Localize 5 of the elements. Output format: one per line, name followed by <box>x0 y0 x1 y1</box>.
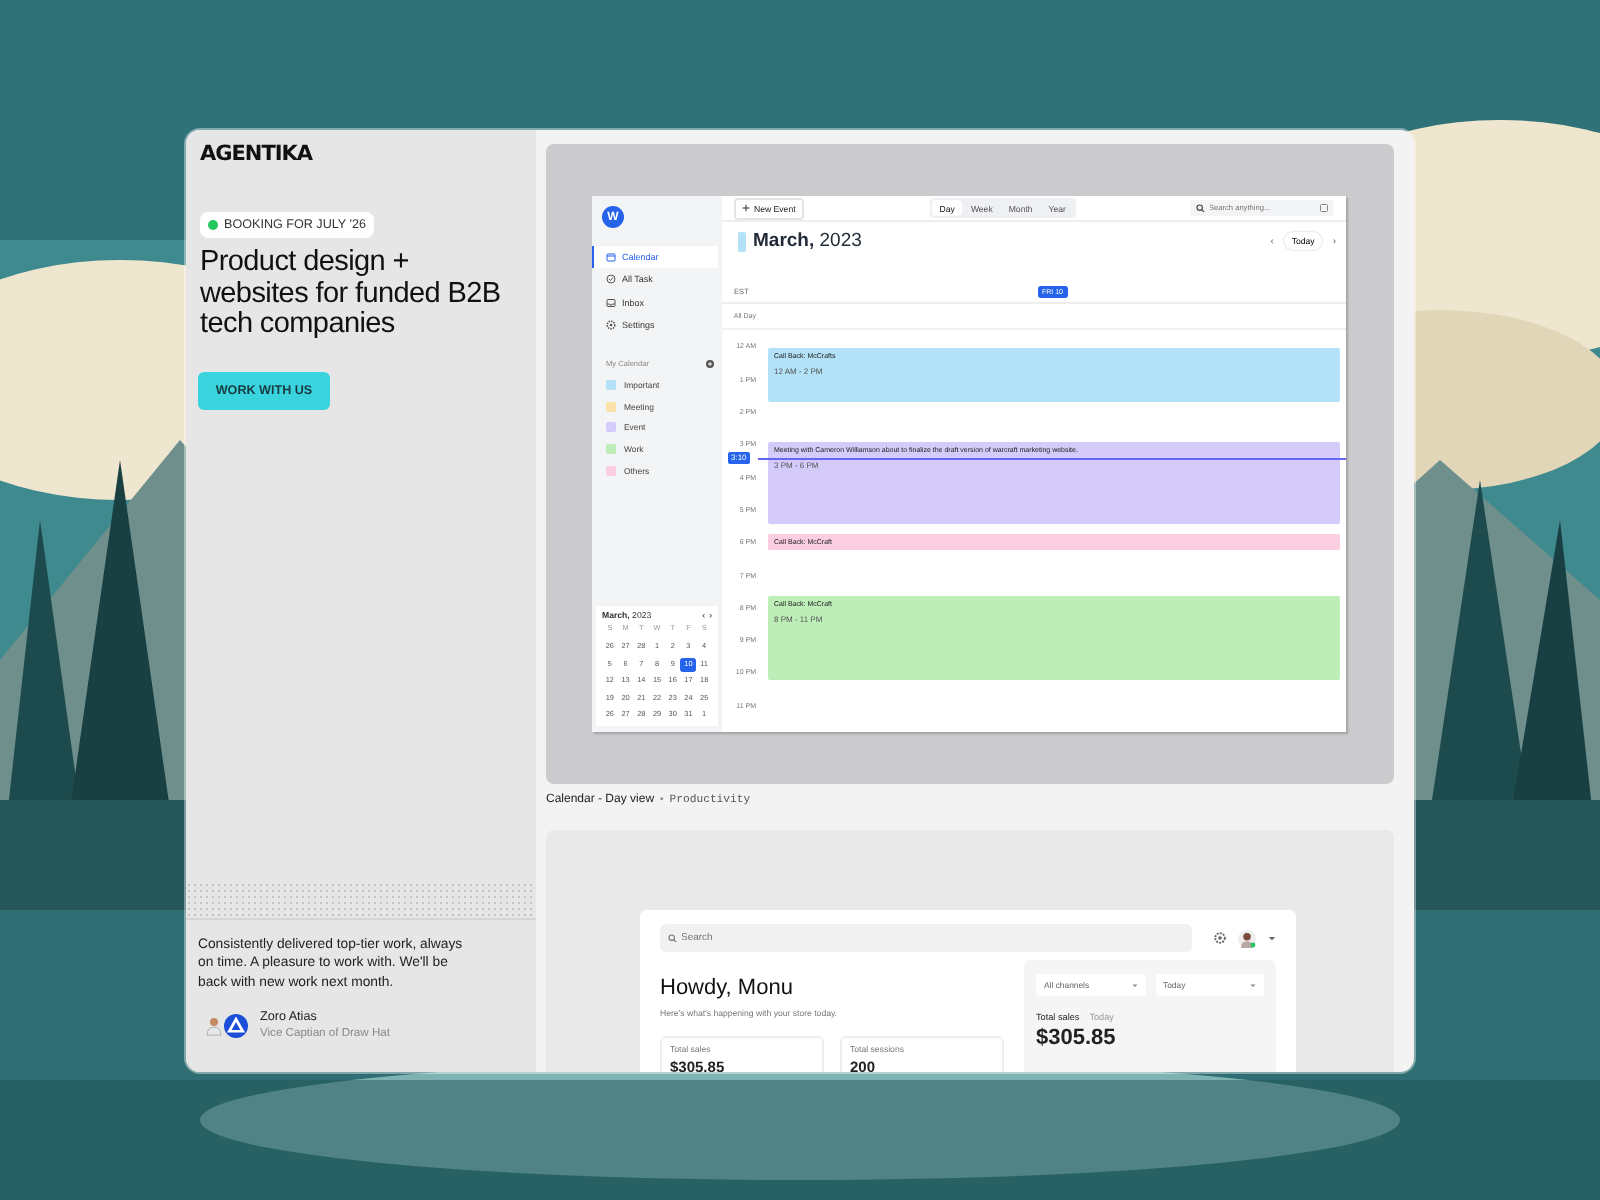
total-sales-value: $305.85 <box>1036 1026 1118 1050</box>
brand-logo: AGENTIKA <box>200 142 313 166</box>
calendar-title: March, 2023 <box>753 230 862 253</box>
greeting: Howdy, Monu <box>660 976 795 1000</box>
headline: Product design + websites for funded B2B tech companies <box>200 248 503 341</box>
